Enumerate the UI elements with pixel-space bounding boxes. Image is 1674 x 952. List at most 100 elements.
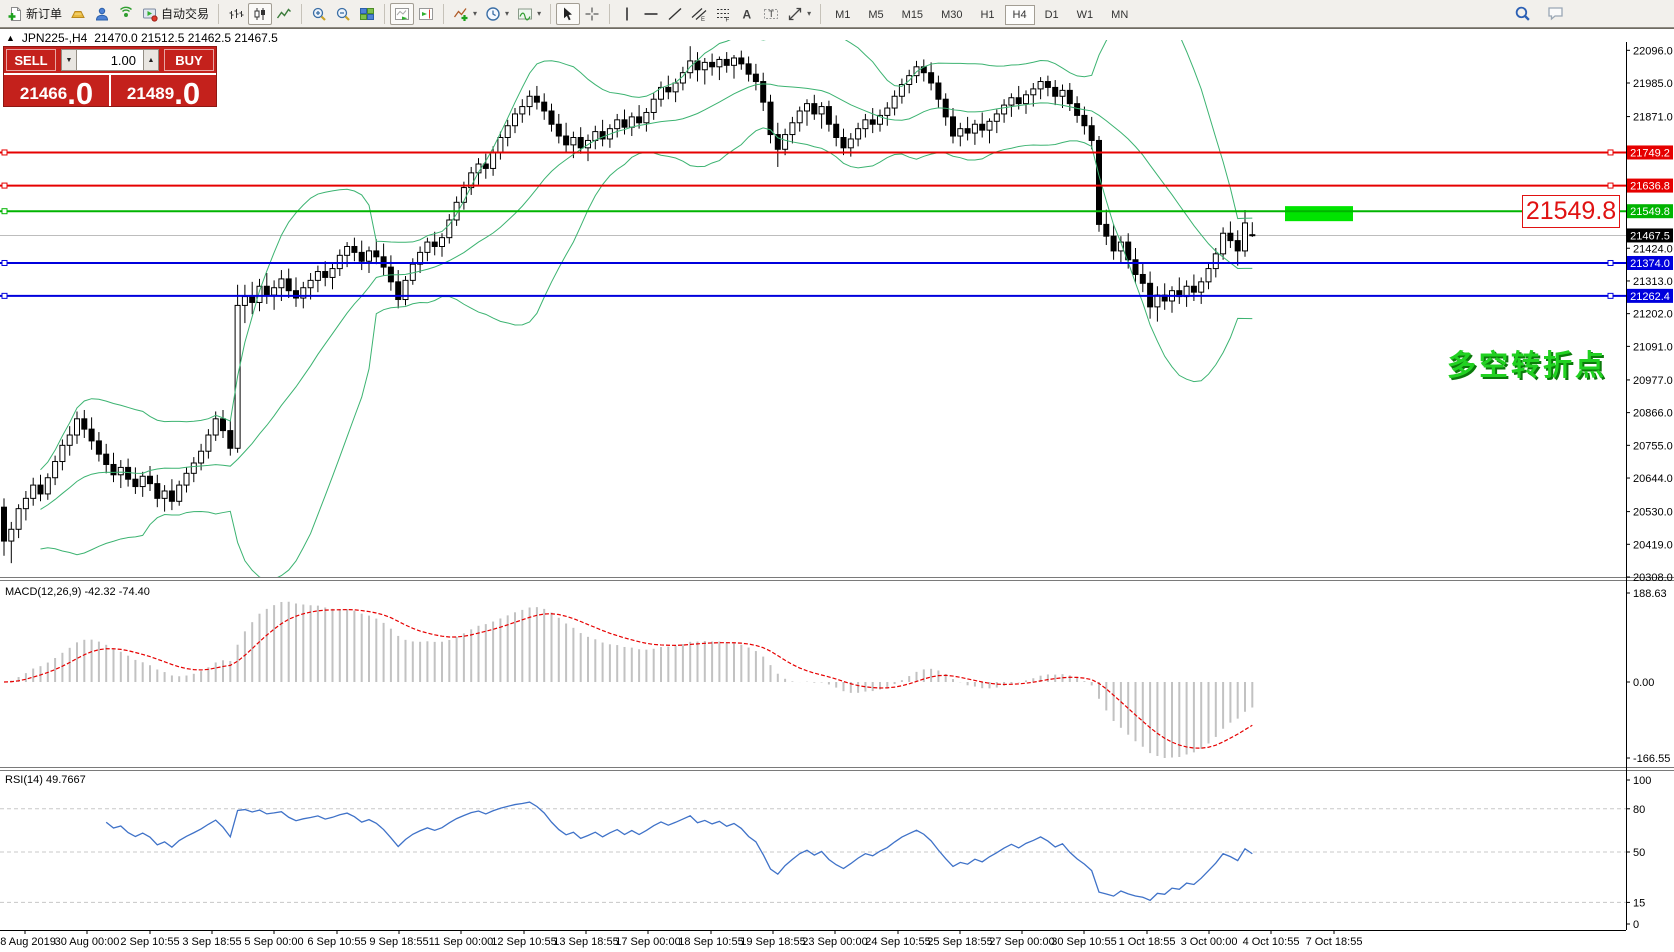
sell-price[interactable]: 21466 .0 xyxy=(4,75,110,106)
toolbar-right-group xyxy=(1510,2,1569,24)
timeframe-button-H4[interactable]: H4 xyxy=(1005,5,1035,25)
line-handle xyxy=(1608,260,1613,265)
timeframe-button-M5[interactable]: M5 xyxy=(860,5,891,25)
cursor-button[interactable] xyxy=(556,3,580,25)
volume-decrease-button[interactable]: ▼ xyxy=(61,49,77,71)
timeframe-button-MN[interactable]: MN xyxy=(1103,5,1136,25)
fibonacci-button[interactable]: F xyxy=(711,3,735,25)
indicators-button[interactable]: ▾ xyxy=(449,3,481,25)
tile-windows-button[interactable] xyxy=(355,3,379,25)
price-text-annotation: 21549.8 xyxy=(1522,195,1620,228)
bar-chart-button[interactable] xyxy=(224,3,248,25)
timeframe-button-W1[interactable]: W1 xyxy=(1069,5,1102,25)
time-axis-label: 3 Oct 00:00 xyxy=(1181,936,1238,948)
new-order-button[interactable]: 新订单 xyxy=(3,3,66,25)
zoom-out-button[interactable] xyxy=(331,3,355,25)
text-button[interactable]: A xyxy=(735,3,759,25)
zoom-in-button[interactable] xyxy=(307,3,331,25)
timeframe-button-M1[interactable]: M1 xyxy=(827,5,858,25)
buy-price-main: 21489 xyxy=(127,85,174,106)
time-axis-label: 28 Aug 2019 xyxy=(0,936,56,948)
rsi-indicator-label: RSI(14) 49.7667 xyxy=(5,774,86,786)
time-axis: 28 Aug 201930 Aug 00:002 Sep 10:553 Sep … xyxy=(0,930,1362,948)
candlestick-series xyxy=(2,46,1255,563)
sell-button[interactable]: SELL xyxy=(6,49,56,71)
timeframe-button-D1[interactable]: D1 xyxy=(1037,5,1067,25)
time-axis-label: 24 Sep 10:55 xyxy=(865,936,930,948)
arrows-button[interactable]: ▾ xyxy=(783,3,815,25)
vertical-line-button[interactable] xyxy=(615,3,639,25)
time-axis-label: 11 Sep 00:00 xyxy=(429,936,494,948)
rsi-axis-tick: 0 xyxy=(1633,919,1639,931)
price-axis: 22096.021985.021871.021424.021313.021202… xyxy=(1626,45,1673,584)
chart-canvas[interactable]: 22096.021985.021871.021424.021313.021202… xyxy=(0,0,1674,952)
dropdown-arrow-icon: ▾ xyxy=(505,9,509,18)
one-click-trading-panel: SELL ▼ 1.00 ▲ BUY 21466 .0 21489 .0 xyxy=(4,47,216,106)
buy-button[interactable]: BUY xyxy=(164,49,214,71)
highlight-zone[interactable] xyxy=(1285,206,1353,221)
price-label-text: 21262.4 xyxy=(1630,291,1670,303)
community-button[interactable] xyxy=(90,3,114,25)
symbols-button[interactable] xyxy=(66,3,90,25)
line-handle xyxy=(1608,150,1613,155)
rsi-line xyxy=(106,802,1252,900)
time-axis-label: 12 Sep 10:55 xyxy=(491,936,556,948)
timeframe-toolbar: M1M5M15M30H1H4D1W1MN xyxy=(826,5,1137,23)
auto-scroll-button[interactable] xyxy=(390,3,414,25)
time-axis-label: 2 Sep 10:55 xyxy=(120,936,179,948)
svg-text:20866.0: 20866.0 xyxy=(1633,408,1673,420)
chart-shift-button[interactable] xyxy=(414,3,438,25)
crosshair-icon xyxy=(584,6,600,22)
svg-text:20308.0: 20308.0 xyxy=(1633,572,1673,584)
trendline-icon xyxy=(667,6,683,22)
equidistant-channel-icon: E xyxy=(691,6,707,22)
time-axis-label: 25 Sep 18:55 xyxy=(927,936,992,948)
toolbar-separator xyxy=(443,4,444,24)
toolbar-separator xyxy=(218,4,219,24)
toolbar-separator xyxy=(301,4,302,24)
macd-histogram xyxy=(4,602,1252,758)
search-button[interactable] xyxy=(1510,2,1535,24)
time-axis-label: 18 Sep 10:55 xyxy=(678,936,743,948)
svg-text:21313.0: 21313.0 xyxy=(1633,276,1673,288)
templates-button[interactable]: ▾ xyxy=(513,3,545,25)
signals-button[interactable] xyxy=(114,3,138,25)
add-indicator-icon xyxy=(453,6,469,22)
rsi-axis-tick: 15 xyxy=(1633,897,1645,909)
horizontal-line-button[interactable] xyxy=(639,3,663,25)
one-click-top-row: SELL ▼ 1.00 ▲ BUY xyxy=(4,47,216,73)
dropdown-arrow-icon: ▾ xyxy=(473,9,477,18)
line-handle xyxy=(2,293,7,298)
text-label-button[interactable]: T xyxy=(759,3,783,25)
svg-text:20977.0: 20977.0 xyxy=(1633,375,1673,387)
buy-price[interactable]: 21489 .0 xyxy=(110,75,216,106)
equidistant-channel-button[interactable]: E xyxy=(687,3,711,25)
time-axis-label: 19 Sep 18:55 xyxy=(740,936,805,948)
template-icon xyxy=(517,6,533,22)
collapse-trade-panel-icon[interactable]: ▲ xyxy=(6,34,15,43)
volume-stepper: ▼ 1.00 ▲ xyxy=(61,49,159,71)
price-label-text: 21636.8 xyxy=(1630,181,1670,193)
volume-input[interactable]: 1.00 xyxy=(77,49,143,71)
periods-button[interactable]: ▾ xyxy=(481,3,513,25)
time-axis-label: 13 Sep 18:55 xyxy=(553,936,618,948)
svg-text:20644.0: 20644.0 xyxy=(1633,473,1673,485)
chat-button[interactable] xyxy=(1543,2,1569,24)
time-axis-label: 5 Sep 00:00 xyxy=(244,936,303,948)
timeframe-button-M30[interactable]: M30 xyxy=(933,5,970,25)
timeframe-button-M15[interactable]: M15 xyxy=(894,5,931,25)
time-axis-label: 30 Aug 00:00 xyxy=(55,936,120,948)
crosshair-button[interactable] xyxy=(580,3,604,25)
timeframe-button-H1[interactable]: H1 xyxy=(972,5,1002,25)
candlestick-chart-button[interactable] xyxy=(248,3,272,25)
bar-chart-icon xyxy=(228,6,244,22)
trendline-button[interactable] xyxy=(663,3,687,25)
one-click-prices: 21466 .0 21489 .0 xyxy=(4,73,216,106)
volume-increase-button[interactable]: ▲ xyxy=(143,49,159,71)
toolbar-separator xyxy=(550,4,551,24)
line-chart-button[interactable] xyxy=(272,3,296,25)
dropdown-arrow-icon: ▾ xyxy=(537,9,541,18)
svg-text:22096.0: 22096.0 xyxy=(1633,45,1673,57)
svg-text:F: F xyxy=(726,17,730,22)
autotrading-button[interactable]: 自动交易 xyxy=(138,3,213,25)
